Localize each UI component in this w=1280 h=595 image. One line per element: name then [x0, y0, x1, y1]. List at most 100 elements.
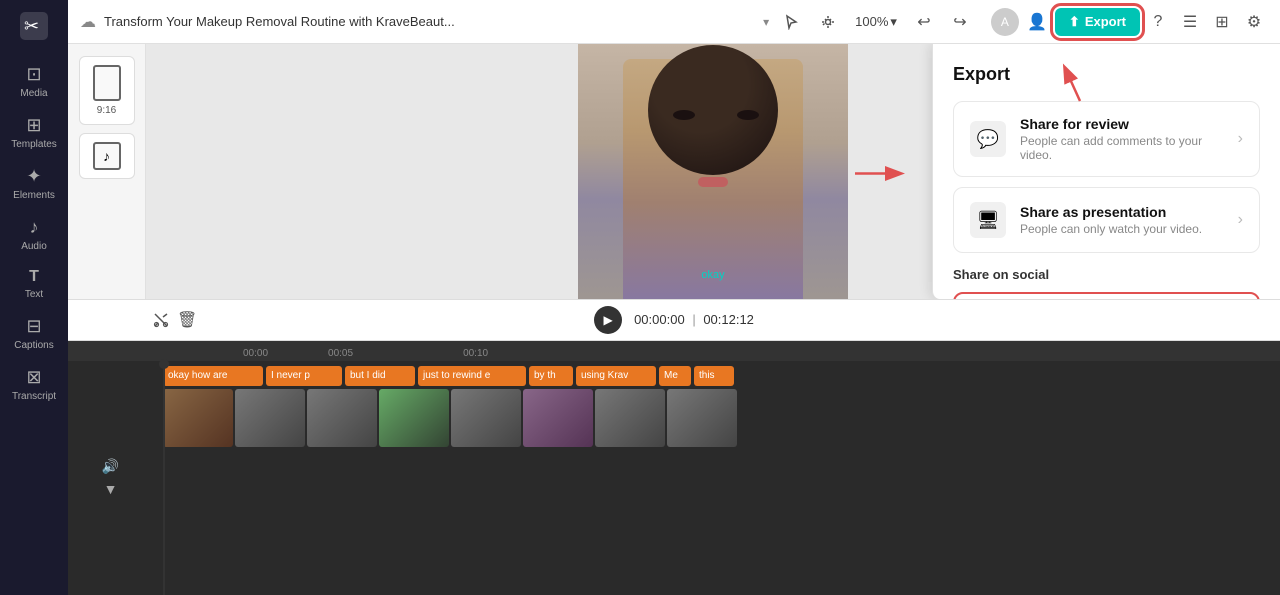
person-icon-button[interactable]: 👤	[1023, 8, 1051, 36]
timeline-controls: 🗑 ▶ 00:00:00 | 00:12:12	[68, 299, 1280, 341]
aspect-ratio-card[interactable]: 9:16	[79, 56, 135, 125]
video-frame	[578, 44, 848, 299]
layout-button[interactable]: ⊞	[1208, 8, 1236, 36]
export-panel-title: Export	[953, 64, 1260, 85]
sidebar-label-captions: Captions	[14, 340, 53, 351]
time-sep: |	[692, 312, 699, 327]
subtitle-chip-1[interactable]: I never p	[266, 366, 342, 386]
cloud-icon: ☁	[80, 12, 96, 32]
ruler-mark-5: 00:05	[328, 348, 353, 359]
subtitle-track: okay how are I never p but I did just to…	[163, 365, 1280, 387]
time-current: 00:00:00 | 00:12:12	[634, 312, 754, 327]
timeline-track[interactable]: 00:00 00:05 00:10 🔊 ▼ okay how are I nev…	[68, 341, 1280, 595]
video-thumb-7[interactable]	[667, 389, 737, 447]
tiktok-format-card[interactable]: ♪	[79, 133, 135, 179]
share-review-subtitle: People can add comments to your video.	[1020, 134, 1224, 162]
toolbar-tools: 100% ▾ ↩ ↪	[777, 7, 975, 37]
sidebar-label-templates: Templates	[11, 139, 57, 150]
settings-button[interactable]: ⚙	[1240, 8, 1268, 36]
video-thumb-0[interactable]	[163, 389, 233, 447]
user-avatar[interactable]: A	[991, 8, 1019, 36]
expand-button[interactable]: ▼	[104, 481, 118, 497]
sidebar-item-templates[interactable]: ⊞ Templates	[0, 107, 68, 158]
video-thumb-3[interactable]	[379, 389, 449, 447]
share-presentation-icon: 🖥	[970, 202, 1006, 238]
video-thumb-5[interactable]	[523, 389, 593, 447]
sidebar-label-transcript: Transcript	[12, 391, 56, 402]
export-button[interactable]: ⬆ Export	[1055, 8, 1140, 36]
title-chevron[interactable]: ▾	[763, 15, 769, 29]
help-button[interactable]: ?	[1144, 8, 1172, 36]
zoom-control[interactable]: 100% ▾	[849, 10, 903, 34]
video-thumb-6[interactable]	[595, 389, 665, 447]
ruler-mark-0: 00:00	[243, 348, 268, 359]
social-grid: TikTok TikTok AdsManager	[953, 292, 1260, 299]
volume-button[interactable]: 🔊	[102, 458, 119, 475]
timeline-ruler: 00:00 00:05 00:10	[68, 341, 1280, 361]
media-icon: ⊡	[26, 64, 41, 85]
sidebar-label-media: Media	[20, 88, 47, 99]
share-review-chevron: ›	[1238, 130, 1243, 148]
sidebar-item-media[interactable]: ⊡ Media	[0, 56, 68, 107]
share-presentation-subtitle: People can only watch your video.	[1020, 222, 1224, 236]
delete-button[interactable]: 🗑	[177, 310, 197, 330]
main-area: ☁ Transform Your Makeup Removal Routine …	[68, 0, 1280, 595]
share-presentation-chevron: ›	[1238, 211, 1243, 229]
app-logo[interactable]: ✂	[16, 8, 52, 44]
topbar: ☁ Transform Your Makeup Removal Routine …	[68, 0, 1280, 44]
sidebar-item-transcript[interactable]: ⊠ Transcript	[0, 359, 68, 410]
export-panel: Export 💬 Share for review People can add…	[932, 44, 1280, 299]
sidebar-label-elements: Elements	[13, 190, 55, 201]
cut-button[interactable]	[153, 312, 169, 328]
subtitle-chip-3[interactable]: just to rewind e	[418, 366, 526, 386]
menu-button[interactable]: ☰	[1176, 8, 1204, 36]
timeline-content: 🔊 ▼ okay how are I never p but I did jus…	[68, 361, 1280, 595]
share-review-text: Share for review People can add comments…	[1020, 116, 1224, 162]
video-track	[163, 389, 1280, 449]
subtitle-chip-4[interactable]: by th	[529, 366, 573, 386]
share-review-icon: 💬	[970, 121, 1006, 157]
play-button[interactable]: ▶	[594, 306, 622, 334]
captions-icon: ⊟	[26, 316, 41, 337]
subtitle-chip-2[interactable]: but I did	[345, 366, 415, 386]
sidebar: ✂ ⊡ Media ⊞ Templates ✦ Elements ♪ Audio…	[0, 0, 68, 595]
video-thumb-4[interactable]	[451, 389, 521, 447]
share-presentation-card[interactable]: 🖥 Share as presentation People can only …	[953, 187, 1260, 253]
aspect-ratio-visual	[93, 65, 121, 101]
subtitle-chip-5[interactable]: using Krav	[576, 366, 656, 386]
project-title: Transform Your Makeup Removal Routine wi…	[104, 14, 755, 29]
video-canvas: okay	[578, 44, 848, 299]
subtitle-chip-7[interactable]: this	[694, 366, 734, 386]
templates-icon: ⊞	[26, 115, 41, 136]
sidebar-label-text: Text	[25, 289, 43, 300]
video-thumb-1[interactable]	[235, 389, 305, 447]
share-review-card[interactable]: 💬 Share for review People can add commen…	[953, 101, 1260, 177]
export-label: Export	[1085, 14, 1126, 29]
ruler-mark-10: 00:10	[463, 348, 488, 359]
play-icon: ▶	[603, 313, 612, 327]
undo-button[interactable]: ↩	[909, 7, 939, 37]
redo-button[interactable]: ↪	[945, 7, 975, 37]
playhead-marker	[159, 359, 169, 369]
share-presentation-text: Share as presentation People can only wa…	[1020, 204, 1224, 236]
sidebar-label-audio: Audio	[21, 241, 47, 252]
share-social-label: Share on social	[953, 267, 1260, 282]
transcript-icon: ⊠	[26, 367, 41, 388]
pan-tool-button[interactable]	[813, 7, 843, 37]
clips-area: okay how are I never p but I did just to…	[153, 365, 1280, 592]
video-thumb-2[interactable]	[307, 389, 377, 447]
sidebar-item-text[interactable]: T Text	[0, 260, 68, 308]
sidebar-item-audio[interactable]: ♪ Audio	[0, 209, 68, 260]
playhead[interactable]	[163, 361, 165, 595]
format-panel: 9:16 ♪	[68, 44, 146, 299]
subtitle-chip-6[interactable]: Me	[659, 366, 691, 386]
select-tool-button[interactable]	[777, 7, 807, 37]
sidebar-item-elements[interactable]: ✦ Elements	[0, 158, 68, 209]
subtitle-chip-0[interactable]: okay how are	[163, 366, 263, 386]
sidebar-item-captions[interactable]: ⊟ Captions	[0, 308, 68, 359]
text-icon: T	[29, 268, 39, 286]
aspect-ratio-label: 9:16	[97, 105, 116, 116]
share-review-title: Share for review	[1020, 116, 1224, 132]
zoom-value: 100%	[855, 14, 888, 29]
zoom-chevron: ▾	[890, 14, 897, 30]
